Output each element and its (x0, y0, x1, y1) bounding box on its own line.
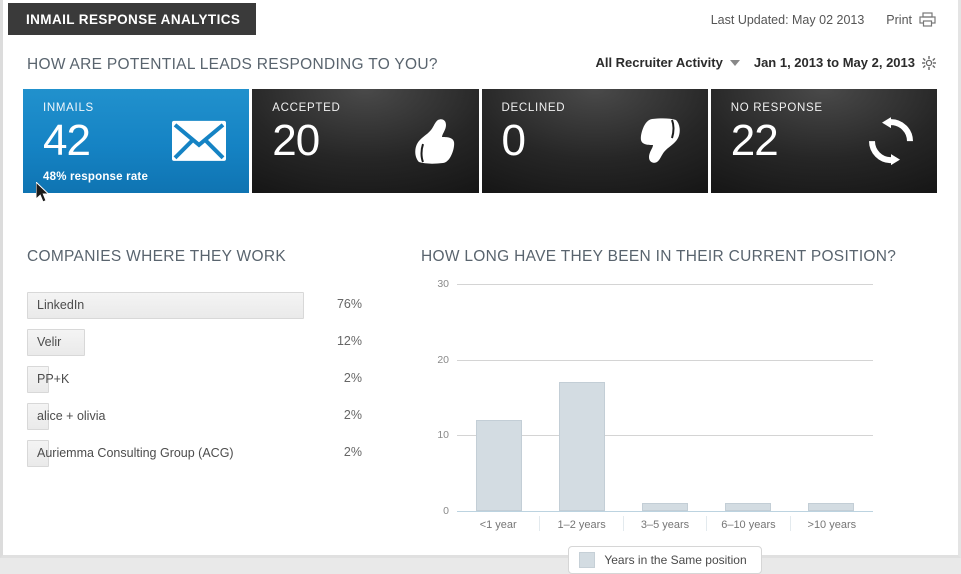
kpi-subtext: 48% response rate (43, 171, 149, 183)
list-item[interactable]: LinkedIn 76% (27, 292, 367, 329)
bar-lt-1-year[interactable] (475, 420, 522, 511)
page-question-title: HOW ARE POTENTIAL LEADS RESPONDING TO YO… (27, 56, 438, 73)
printer-icon (919, 12, 936, 27)
bar-3-5-years[interactable] (642, 503, 688, 511)
activity-filter-label: All Recruiter Activity (595, 55, 723, 70)
x-axis-labels: <1 year 1–2 years 3–5 years 6–10 years >… (457, 516, 873, 531)
chevron-down-icon (729, 59, 740, 66)
print-button[interactable]: Print (886, 12, 936, 27)
bar-cell (790, 284, 873, 511)
envelope-icon (171, 120, 227, 167)
thumbs-down-icon (638, 118, 686, 169)
x-tick-label: >10 years (789, 516, 873, 531)
bar-gt-10-years[interactable] (808, 503, 855, 511)
list-item[interactable]: alice + olivia 2% (27, 403, 367, 440)
kpi-label: NO RESPONSE (730, 102, 823, 114)
last-updated-label: Last Updated: May 02 2013 (710, 12, 865, 27)
x-axis-line (457, 511, 873, 512)
bar-chart-plot: 30 20 10 0 <1 year 1–2 years 3–5 years 6… (421, 278, 873, 574)
date-range-label: Jan 1, 2013 to May 2, 2013 (753, 55, 915, 70)
list-item[interactable]: Velir 12% (27, 329, 367, 366)
bar-6-10-years[interactable] (725, 503, 772, 511)
bar-cell (623, 284, 706, 511)
legend-swatch-icon (579, 552, 596, 568)
x-tick-label: 3–5 years (622, 516, 706, 531)
activity-filter-dropdown[interactable]: All Recruiter Activity (595, 55, 740, 70)
x-tick-label: 1–2 years (539, 516, 622, 531)
y-tick-10: 10 (437, 429, 449, 442)
refresh-circle-icon (867, 117, 915, 170)
tenure-chart-section: HOW LONG HAVE THEY BEEN IN THEIR CURRENT… (421, 248, 897, 574)
bar-cell (457, 284, 540, 511)
kpi-tile-accepted[interactable]: ACCEPTED 20 (252, 89, 479, 193)
mouse-cursor (35, 180, 52, 209)
kpi-tile-inmails[interactable]: INMAILS 42 48% response rate (23, 89, 250, 193)
bar-cell (707, 284, 790, 511)
company-name: Auriemma Consulting Group (ACG) (37, 446, 234, 460)
report-controls: All Recruiter Activity Jan 1, 2013 to Ma… (595, 55, 936, 70)
company-percent: 2% (343, 371, 362, 385)
kpi-tiles: INMAILS 42 48% response rate ACCEPTED 20 (23, 89, 937, 193)
date-range-control[interactable]: Jan 1, 2013 to May 2, 2013 (754, 55, 936, 70)
header-utilities: Last Updated: May 02 2013 Print (711, 12, 936, 27)
chart-title: HOW LONG HAVE THEY BEEN IN THEIR CURRENT… (421, 248, 897, 265)
kpi-tile-declined[interactable]: DECLINED 0 (481, 89, 708, 193)
list-item[interactable]: Auriemma Consulting Group (ACG) 2% (27, 440, 367, 477)
print-label: Print (886, 12, 912, 27)
kpi-label: DECLINED (501, 102, 566, 114)
companies-section: COMPANIES WHERE THEY WORK LinkedIn 76% V… (27, 248, 367, 477)
y-tick-30: 30 (437, 278, 449, 290)
company-percent: 76% (336, 297, 362, 311)
companies-list: LinkedIn 76% Velir 12% PP+K 2% alice + o… (27, 292, 367, 477)
y-tick-0: 0 (443, 505, 449, 517)
company-name: PP+K (37, 372, 70, 386)
legend-item[interactable]: Years in the Same position (568, 546, 762, 574)
thumbs-up-icon (409, 118, 457, 169)
x-tick-label: <1 year (479, 519, 517, 531)
company-name: alice + olivia (37, 409, 106, 423)
app-title: INMAIL RESPONSE ANALYTICS (26, 11, 241, 27)
gear-icon[interactable] (922, 55, 936, 70)
companies-title: COMPANIES WHERE THEY WORK (27, 248, 286, 265)
analytics-page: INMAIL RESPONSE ANALYTICS Last Updated: … (0, 0, 961, 574)
legend-label: Years in the Same position (604, 553, 747, 567)
company-name: Velir (37, 335, 62, 349)
company-percent: 2% (343, 445, 362, 459)
bar-cell (540, 284, 623, 511)
app-titlebar: INMAIL RESPONSE ANALYTICS (8, 3, 257, 35)
company-name: LinkedIn (37, 298, 85, 312)
y-tick-20: 20 (437, 353, 449, 366)
chart-legend: Years in the Same position (457, 546, 873, 574)
company-percent: 12% (336, 334, 362, 348)
x-tick-label: 6–10 years (706, 516, 789, 531)
bar-1-2-years[interactable] (558, 382, 605, 511)
bar-series (457, 284, 873, 511)
kpi-label: ACCEPTED (272, 102, 341, 114)
kpi-label: INMAILS (43, 102, 94, 114)
list-item[interactable]: PP+K 2% (27, 366, 367, 403)
kpi-tile-no-response[interactable]: NO RESPONSE 22 (710, 89, 937, 193)
company-percent: 2% (343, 408, 362, 422)
